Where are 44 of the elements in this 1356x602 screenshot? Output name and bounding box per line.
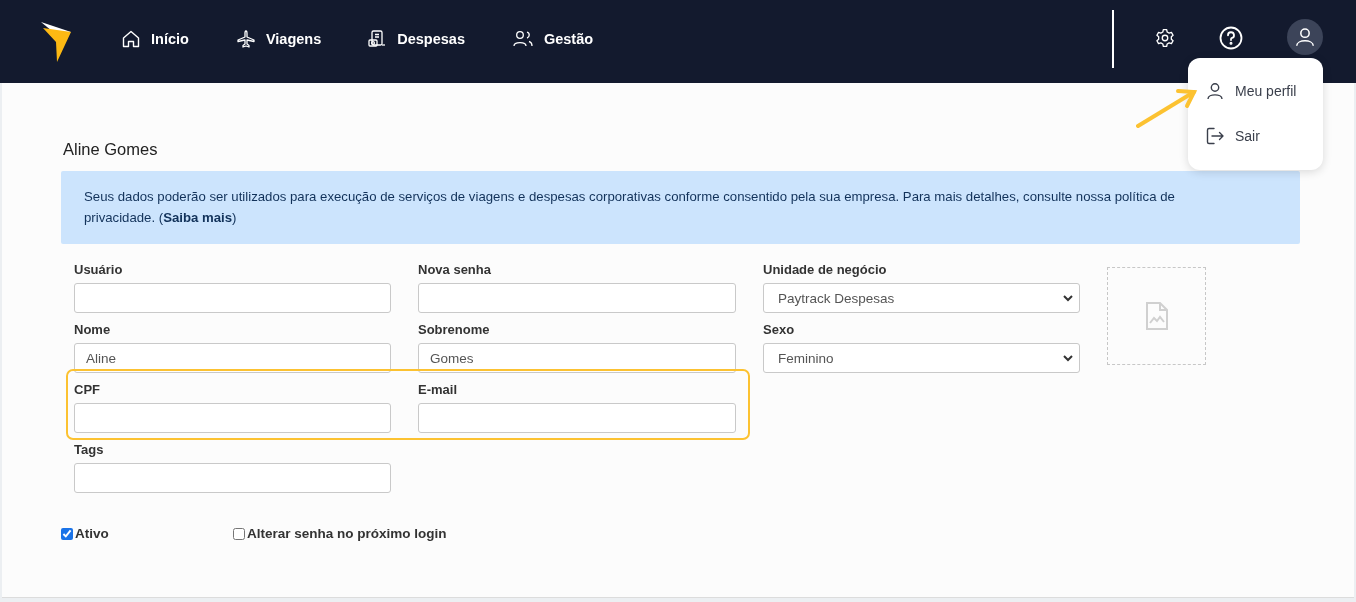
input-field[interactable] (418, 403, 736, 433)
receipt-icon (367, 28, 388, 49)
user-avatar[interactable] (1287, 19, 1323, 55)
field-label: Nome (74, 322, 111, 337)
input-field[interactable] (74, 403, 391, 433)
chevron-down-icon (1063, 294, 1073, 302)
field-label: E-mail (418, 382, 457, 397)
user-icon (1205, 81, 1225, 101)
nav-link[interactable]: Gestão (511, 28, 594, 49)
help-icon[interactable] (1219, 26, 1243, 50)
checkbox-label: Alterar senha no próximo login (247, 526, 447, 541)
logout-icon (1205, 126, 1225, 146)
field-label: Unidade de negócio (763, 262, 887, 277)
input-field[interactable] (74, 283, 391, 313)
field-label: CPF (74, 382, 100, 397)
input-field[interactable]: Gomes (418, 343, 736, 373)
airplane-icon (235, 28, 256, 49)
home-icon (121, 28, 141, 49)
checkbox[interactable] (233, 527, 245, 540)
menu-item[interactable]: Meu perfil (1205, 80, 1323, 102)
checkbox[interactable] (61, 527, 73, 540)
input-field[interactable] (74, 463, 391, 493)
privacy-notice: Seus dados poderão ser utilizados para execução de serviços de viagens e despesas corporativas conforme consentido pela sua empresa. Para mais detalhes, consulte nossa política de privacidade. (Saiba mais) (61, 171, 1300, 244)
settings-icon[interactable] (1155, 28, 1175, 48)
input-field[interactable] (418, 283, 736, 313)
logo-icon[interactable] (41, 21, 73, 64)
field-label: Nova senha (418, 262, 491, 277)
user-icon (1294, 26, 1316, 48)
field-label: Sobrenome (418, 322, 490, 337)
nav-link[interactable]: Despesas (367, 28, 465, 49)
nav-link[interactable]: Início (121, 28, 189, 49)
menu-item[interactable]: Sair (1205, 125, 1323, 147)
page-title: Aline Gomes (63, 140, 158, 159)
input-field[interactable]: Aline (74, 343, 391, 373)
select-field[interactable]: Feminino (763, 343, 1080, 373)
field-label: Sexo (763, 322, 795, 337)
nav-link[interactable]: Viagens (235, 28, 322, 49)
checkbox-label: Ativo (75, 526, 109, 541)
image-file-icon (1144, 301, 1169, 331)
select-field[interactable]: Paytrack Despesas (763, 283, 1080, 313)
field-label: Tags (74, 442, 104, 457)
field-label: Usuário (74, 262, 123, 277)
chevron-down-icon (1063, 354, 1073, 362)
users-icon (511, 28, 534, 49)
